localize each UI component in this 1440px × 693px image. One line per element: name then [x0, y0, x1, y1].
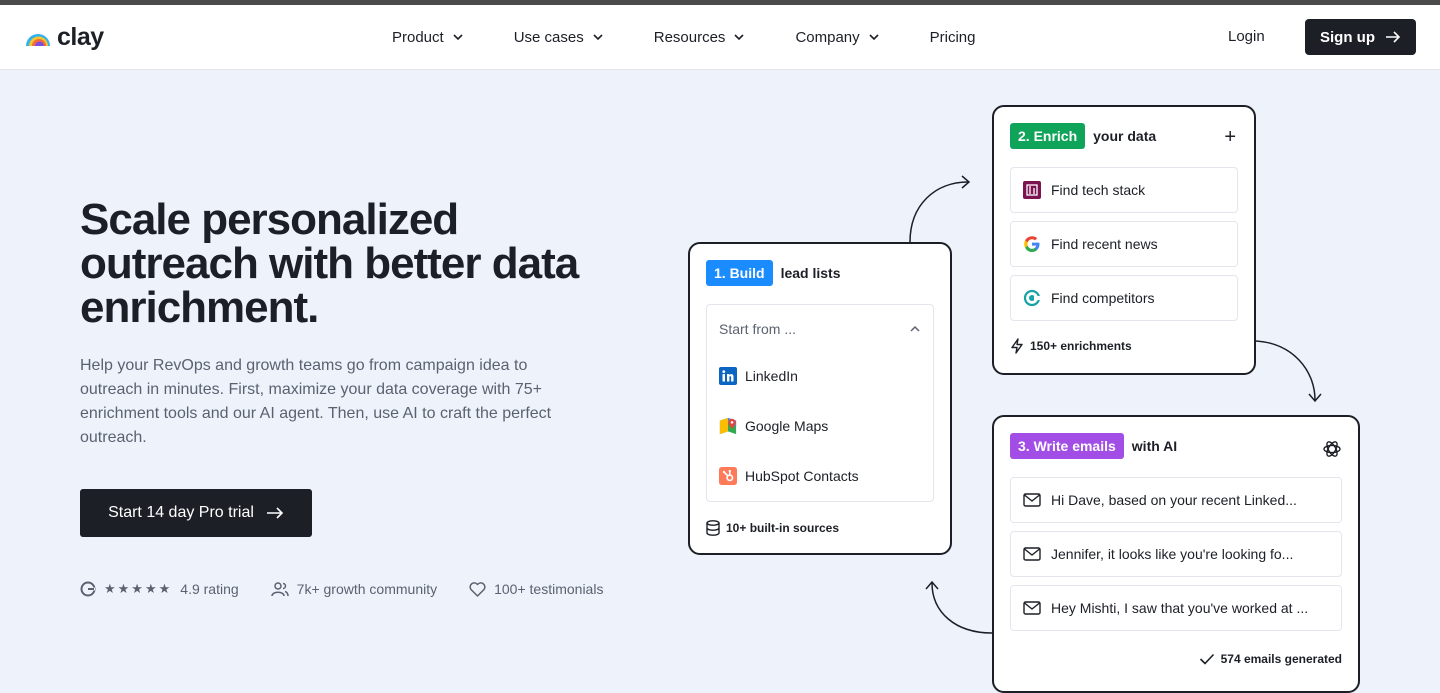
g2-icon [80, 581, 96, 597]
write-card-header: 3. Write emails with AI [1010, 433, 1177, 459]
navbar: clay Product Use cases Resources Company… [0, 5, 1440, 70]
nav-company[interactable]: Company [795, 29, 879, 46]
signup-button[interactable]: Sign up [1305, 19, 1416, 55]
source-dropdown[interactable]: Start from ... LinkedIn Google Maps HubS… [706, 304, 934, 502]
build-title: lead lists [780, 265, 841, 281]
social-proof: ★★★★★ 4.9 rating 7k+ growth community 10… [80, 578, 635, 600]
dropdown-placeholder: Start from ... [719, 321, 797, 337]
enrich-competitors-label: Find competitors [1051, 290, 1155, 306]
arrow-enrich-to-write [1255, 340, 1316, 401]
arrowhead [961, 175, 971, 189]
nav-resources[interactable]: Resources [654, 29, 746, 46]
write-pill: 3. Write emails [1010, 433, 1124, 459]
enrich-footer-text: 150+ enrichments [1030, 339, 1132, 353]
nav-resources-label: Resources [653, 28, 726, 46]
community-stat: 7k+ growth community [270, 581, 438, 597]
email-draft[interactable]: Jennifer, it looks like you're looking f… [1010, 531, 1342, 577]
chevron-up-icon[interactable] [909, 323, 921, 335]
google-maps-icon [719, 417, 737, 435]
chevron-down-icon [593, 34, 603, 41]
arrowhead [925, 580, 939, 590]
enrich-footer: 150+ enrichments [1010, 338, 1132, 354]
clay-logo-icon [26, 34, 50, 46]
nav-product[interactable]: Product [392, 29, 464, 46]
users-icon [270, 582, 289, 597]
write-card: 3. Write emails with AI Hi Dave, based o… [992, 415, 1360, 693]
arrow-build-to-enrich [909, 181, 969, 243]
build-card-header: 1. Build lead lists [706, 260, 840, 286]
nav-use-cases[interactable]: Use cases [514, 29, 604, 46]
builtwith-icon [1023, 181, 1041, 199]
nav-pricing-label: Pricing [929, 28, 976, 46]
start-trial-button[interactable]: Start 14 day Pro trial [80, 489, 312, 537]
rating-text: 4.9 rating [180, 581, 239, 597]
arrow-right-icon [1386, 31, 1401, 43]
heart-icon [469, 581, 486, 597]
mail-icon [1023, 491, 1041, 509]
build-card: 1. Build lead lists Start from ... Linke… [688, 242, 952, 555]
source-linkedin-label: LinkedIn [745, 368, 798, 384]
community-text: 7k+ growth community [296, 581, 438, 597]
rating-stat: ★★★★★ 4.9 rating [80, 581, 239, 597]
chevron-down-icon [453, 34, 463, 41]
competitors-icon [1023, 289, 1041, 307]
hero-subtext: Help your RevOps and growth teams go fro… [80, 357, 552, 446]
source-google-maps-label: Google Maps [745, 418, 829, 434]
enrich-title: your data [1093, 128, 1157, 144]
testimonials-stat: 100+ testimonials [469, 581, 603, 597]
google-icon [1023, 235, 1041, 253]
enrich-pill: 2. Enrich [1010, 123, 1086, 149]
arrowhead [1308, 393, 1322, 403]
source-hubspot-label: HubSpot Contacts [745, 468, 859, 484]
source-linkedin[interactable]: LinkedIn [719, 367, 798, 385]
nav-pricing[interactable]: Pricing [930, 29, 976, 46]
enrich-card: 2. Enrich your data + Find tech stack Fi… [992, 105, 1256, 375]
signup-label: Sign up [1320, 28, 1375, 46]
enrich-competitors[interactable]: Find competitors [1010, 275, 1238, 321]
linkedin-icon [719, 367, 737, 385]
email-draft-text: Hi Dave, based on your recent Linked... [1051, 492, 1297, 508]
openai-icon [1323, 441, 1341, 457]
testimonials-text: 100+ testimonials [494, 581, 604, 597]
write-title: with AI [1131, 438, 1178, 454]
build-footer-text: 10+ built-in sources [726, 521, 840, 535]
hubspot-icon [719, 467, 737, 485]
mail-icon [1023, 545, 1041, 563]
source-google-maps[interactable]: Google Maps [719, 417, 828, 435]
arrow-write-to-build [931, 582, 993, 634]
nav-company-label: Company [795, 28, 860, 46]
email-draft-text: Hey Mishti, I saw that you've worked at … [1051, 600, 1309, 616]
chevron-down-icon [734, 34, 745, 41]
logo[interactable]: clay [24, 22, 104, 51]
write-footer: 574 emails generated [1199, 652, 1342, 666]
check-icon [1199, 653, 1214, 665]
logo-text: clay [57, 22, 104, 51]
database-icon [706, 520, 720, 536]
chevron-down-icon [869, 34, 879, 41]
email-draft[interactable]: Hey Mishti, I saw that you've worked at … [1010, 585, 1342, 631]
main-nav: Product Use cases Resources Company Pric… [392, 5, 1026, 69]
email-draft-text: Jennifer, it looks like you're looking f… [1051, 546, 1294, 562]
write-footer-text: 574 emails generated [1220, 652, 1342, 666]
plus-icon[interactable]: + [1224, 127, 1236, 147]
enrich-tech-stack[interactable]: Find tech stack [1010, 167, 1238, 213]
source-hubspot[interactable]: HubSpot Contacts [719, 467, 859, 485]
enrich-tech-stack-label: Find tech stack [1051, 182, 1146, 198]
nav-use-cases-label: Use cases [513, 28, 584, 46]
nav-product-label: Product [392, 28, 444, 46]
lightning-icon [1011, 338, 1023, 354]
build-pill: 1. Build [706, 260, 773, 286]
arrow-right-icon [266, 507, 284, 519]
build-footer: 10+ built-in sources [706, 520, 839, 536]
mail-icon [1023, 599, 1041, 617]
enrich-recent-news-label: Find recent news [1051, 236, 1158, 252]
hero-headline: Scale personalized outreach with better … [80, 195, 579, 332]
email-draft[interactable]: Hi Dave, based on your recent Linked... [1010, 477, 1342, 523]
enrich-recent-news[interactable]: Find recent news [1010, 221, 1238, 267]
star-rating-icon: ★★★★★ [104, 581, 173, 596]
enrich-card-header: 2. Enrich your data [1010, 123, 1156, 149]
login-link[interactable]: Login [1228, 28, 1265, 45]
start-trial-label: Start 14 day Pro trial [108, 504, 254, 521]
